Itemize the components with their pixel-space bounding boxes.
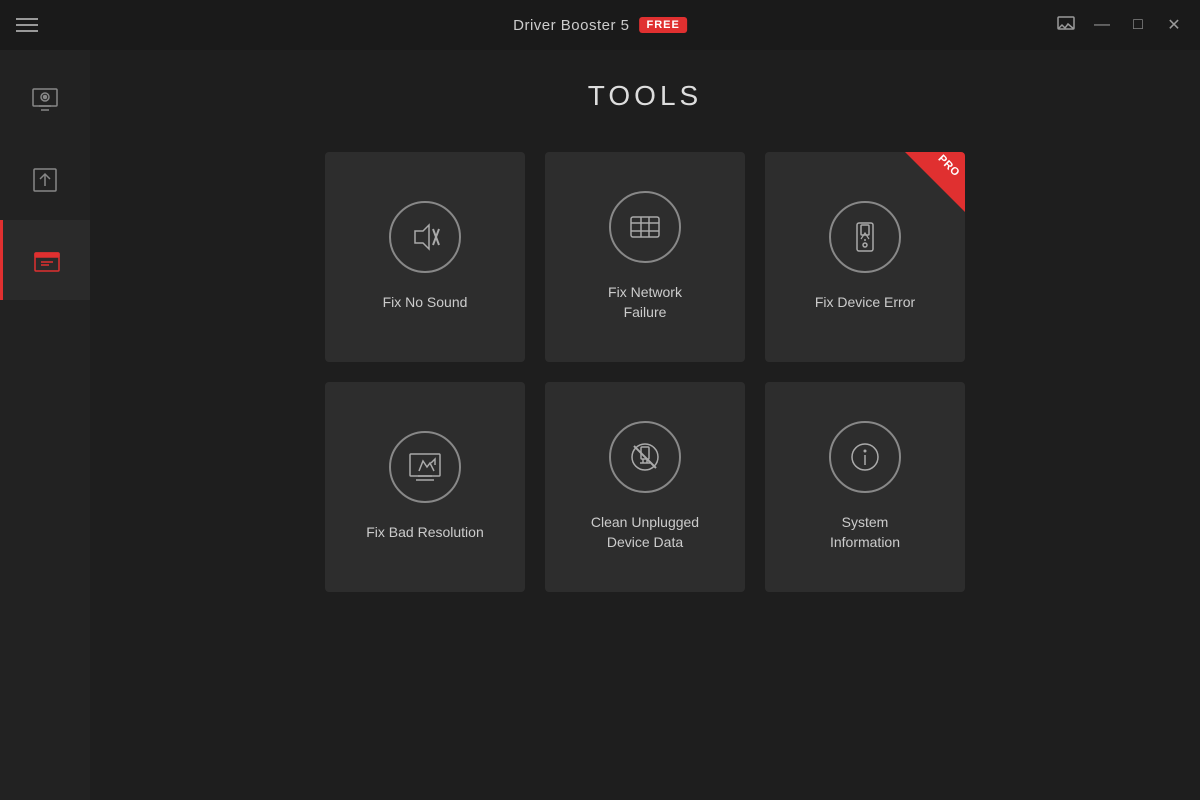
tool-card-system-information[interactable]: SystemInformation xyxy=(765,382,965,592)
system-information-icon xyxy=(829,421,901,493)
titlebar-left xyxy=(16,18,38,32)
feedback-button[interactable] xyxy=(1056,15,1076,35)
fix-network-failure-label: Fix NetworkFailure xyxy=(608,283,682,322)
clean-unplugged-label: Clean UnpluggedDevice Data xyxy=(591,513,699,552)
titlebar-center: Driver Booster 5 FREE xyxy=(513,17,687,34)
fix-no-sound-icon xyxy=(389,201,461,273)
fix-network-failure-icon xyxy=(609,191,681,263)
fix-bad-resolution-icon xyxy=(389,431,461,503)
titlebar: Driver Booster 5 FREE — □ ✕ xyxy=(0,0,1200,50)
tool-card-fix-bad-resolution[interactable]: Fix Bad Resolution xyxy=(325,382,525,592)
content-area: TOOLS Fix No Sound xyxy=(90,50,1200,800)
sidebar-item-restore[interactable] xyxy=(0,140,90,220)
minimize-button[interactable]: — xyxy=(1092,15,1112,35)
tool-card-clean-unplugged[interactable]: Clean UnpluggedDevice Data xyxy=(545,382,745,592)
main-layout: TOOLS Fix No Sound xyxy=(0,50,1200,800)
fix-device-error-label: Fix Device Error xyxy=(815,293,915,313)
titlebar-right: — □ ✕ xyxy=(1056,15,1184,35)
free-badge: FREE xyxy=(640,17,687,33)
app-title: Driver Booster 5 xyxy=(513,17,629,34)
tools-icon xyxy=(32,245,62,275)
close-button[interactable]: ✕ xyxy=(1164,15,1184,35)
tool-card-fix-no-sound[interactable]: Fix No Sound xyxy=(325,152,525,362)
sidebar-item-tools[interactable] xyxy=(0,220,90,300)
tools-grid: Fix No Sound Fix NetworkFailure xyxy=(325,152,965,592)
clean-unplugged-icon xyxy=(609,421,681,493)
monitor-settings-icon xyxy=(30,85,60,115)
sidebar-item-monitor-settings[interactable] xyxy=(0,60,90,140)
fix-no-sound-label: Fix No Sound xyxy=(383,293,468,313)
menu-button[interactable] xyxy=(16,18,38,32)
fix-bad-resolution-label: Fix Bad Resolution xyxy=(366,523,484,543)
restore-icon xyxy=(30,165,60,195)
page-title: TOOLS xyxy=(588,80,702,112)
maximize-button[interactable]: □ xyxy=(1128,15,1148,35)
tool-card-fix-network-failure[interactable]: Fix NetworkFailure xyxy=(545,152,745,362)
sidebar xyxy=(0,50,90,800)
tool-card-fix-device-error[interactable]: PRO Fix Device Error xyxy=(765,152,965,362)
system-information-label: SystemInformation xyxy=(830,513,900,552)
fix-device-error-icon xyxy=(829,201,901,273)
